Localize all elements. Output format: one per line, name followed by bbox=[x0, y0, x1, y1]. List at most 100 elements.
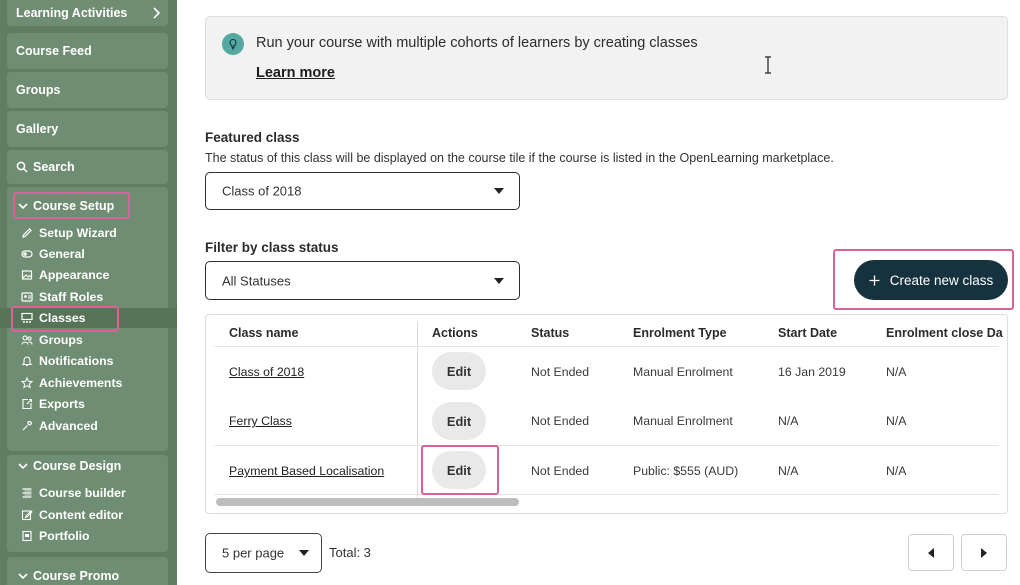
caret-down-icon bbox=[299, 550, 309, 556]
sidebar: Learning Activities Course Feed Groups G… bbox=[0, 0, 177, 585]
sidebar-item-staff-roles[interactable]: Staff Roles bbox=[21, 289, 103, 305]
sidebar-item-course-feed[interactable]: Course Feed bbox=[7, 33, 168, 69]
user-card-icon bbox=[21, 292, 33, 302]
sidebar-item-achievements[interactable]: Achievements bbox=[21, 375, 122, 391]
class-name-link[interactable]: Payment Based Localisation bbox=[229, 464, 384, 478]
lightbulb-icon bbox=[222, 33, 244, 55]
enrolment-type-cell: Public: $555 (AUD) bbox=[633, 464, 739, 478]
portfolio-icon bbox=[22, 530, 32, 542]
chevron-down-icon bbox=[18, 463, 28, 470]
column-divider bbox=[417, 321, 418, 497]
sidebar-item-label: Achievements bbox=[39, 376, 123, 390]
sidebar-item-gallery[interactable]: Gallery bbox=[7, 111, 168, 147]
sidebar-item-label: Staff Roles bbox=[39, 290, 104, 304]
start-date-cell: N/A bbox=[778, 414, 799, 428]
sidebar-item-appearance[interactable]: Appearance bbox=[21, 267, 109, 283]
close-date-cell: N/A bbox=[886, 365, 907, 379]
per-page-select[interactable]: 5 per page bbox=[205, 533, 322, 573]
sidebar-item-label: Notifications bbox=[39, 354, 114, 368]
sidebar-item-label: Course builder bbox=[39, 486, 126, 500]
sidebar-item-notifications[interactable]: Notifications bbox=[21, 353, 113, 369]
edit-class-button[interactable]: Edit bbox=[432, 402, 486, 440]
create-new-class-button[interactable]: Create new class bbox=[854, 260, 1008, 300]
row-divider bbox=[214, 494, 999, 495]
text-cursor-icon bbox=[765, 56, 771, 74]
edit-class-button[interactable]: Edit bbox=[432, 451, 486, 489]
sidebar-item-general[interactable]: General bbox=[21, 246, 85, 262]
sidebar-item-label: Groups bbox=[39, 333, 83, 347]
course-setup-heading[interactable]: Course Setup bbox=[18, 199, 114, 213]
col-header-actions: Actions bbox=[432, 326, 478, 340]
course-setup-label: Course Setup bbox=[33, 199, 115, 213]
sidebar-item-label: Content editor bbox=[39, 508, 124, 522]
featured-class-description: The status of this class will be display… bbox=[205, 151, 834, 165]
sidebar-item-label: Search bbox=[16, 160, 75, 174]
featured-class-select[interactable]: Class of 2018 bbox=[205, 172, 520, 210]
export-icon bbox=[22, 398, 33, 410]
sidebar-item-label: Groups bbox=[16, 83, 61, 97]
sidebar-item-label: Setup Wizard bbox=[39, 226, 117, 240]
sidebar-item-portfolio[interactable]: Portfolio bbox=[21, 528, 90, 544]
course-design-heading[interactable]: Course Design bbox=[18, 459, 121, 473]
pencil-icon bbox=[22, 228, 32, 238]
sidebar-item-content-editor[interactable]: Content editor bbox=[21, 507, 123, 523]
sidebar-item-groups[interactable]: Groups bbox=[7, 72, 168, 108]
sidebar-item-advanced[interactable]: Advanced bbox=[21, 418, 98, 434]
col-header-enrolment-type: Enrolment Type bbox=[633, 326, 727, 340]
enrolment-type-cell: Manual Enrolment bbox=[633, 414, 733, 428]
status-filter-value: All Statuses bbox=[222, 273, 291, 288]
col-header-class-name: Class name bbox=[229, 326, 299, 340]
toggle-icon bbox=[21, 250, 33, 258]
horizontal-scrollbar[interactable] bbox=[216, 498, 519, 506]
row-divider bbox=[214, 445, 999, 446]
learn-more-link[interactable]: Learn more bbox=[256, 65, 335, 81]
sidebar-item-search[interactable]: Search bbox=[7, 150, 168, 184]
featured-class-value: Class of 2018 bbox=[222, 183, 302, 199]
sidebar-item-exports[interactable]: Exports bbox=[21, 396, 85, 412]
sidebar-item-label: Advanced bbox=[39, 419, 98, 433]
col-header-start-date: Start Date bbox=[778, 326, 838, 340]
status-cell: Not Ended bbox=[531, 414, 590, 428]
col-header-status: Status bbox=[531, 326, 570, 340]
col-header-enrolment-close: Enrolment close Da bbox=[886, 326, 1003, 340]
sidebar-item-label: Gallery bbox=[16, 122, 59, 136]
builder-icon bbox=[22, 488, 32, 498]
sidebar-item-label: Classes bbox=[39, 311, 86, 325]
caret-down-icon bbox=[494, 188, 504, 194]
start-date-cell: N/A bbox=[778, 464, 799, 478]
header-divider bbox=[214, 346, 999, 347]
sidebar-item-learning-activities[interactable]: Learning Activities bbox=[7, 0, 168, 26]
sidebar-item-label: Appearance bbox=[39, 268, 110, 282]
sidebar-item-course-builder[interactable]: Course builder bbox=[21, 485, 126, 501]
classes-table: Class name Actions Status Enrolment Type… bbox=[205, 314, 1008, 514]
course-promo-heading[interactable]: Course Promo bbox=[18, 569, 119, 583]
close-date-cell: N/A bbox=[886, 464, 907, 478]
chevron-right-icon bbox=[981, 547, 987, 558]
course-design-label: Course Design bbox=[33, 459, 122, 473]
banner-text: Run your course with multiple cohorts of… bbox=[256, 35, 698, 51]
sidebar-item-setup-wizard[interactable]: Setup Wizard bbox=[21, 225, 117, 241]
enrolment-type-cell: Manual Enrolment bbox=[633, 365, 733, 379]
class-name-link[interactable]: Ferry Class bbox=[229, 414, 292, 428]
total-count: Total: 3 bbox=[329, 545, 371, 560]
star-icon bbox=[21, 377, 33, 389]
sidebar-item-label: Learning Activities bbox=[16, 6, 128, 20]
edit-class-button[interactable]: Edit bbox=[432, 352, 486, 390]
bell-icon bbox=[21, 356, 33, 367]
chevron-down-icon bbox=[18, 573, 28, 580]
status-cell: Not Ended bbox=[531, 365, 590, 379]
per-page-value: 5 per page bbox=[222, 545, 285, 561]
edit-icon bbox=[21, 510, 33, 521]
sidebar-item-groups-setup[interactable]: Groups bbox=[21, 332, 83, 348]
caret-down-icon bbox=[494, 277, 504, 284]
class-name-link[interactable]: Class of 2018 bbox=[229, 365, 304, 379]
prev-page-button[interactable] bbox=[908, 534, 954, 571]
status-filter-select[interactable]: All Statuses bbox=[205, 261, 520, 300]
search-icon bbox=[16, 161, 28, 173]
chevron-right-icon bbox=[153, 7, 161, 19]
users-icon bbox=[21, 335, 33, 345]
sidebar-item-classes[interactable]: Classes bbox=[21, 310, 86, 326]
sidebar-item-label: General bbox=[39, 247, 85, 261]
next-page-button[interactable] bbox=[961, 534, 1007, 571]
start-date-cell: 16 Jan 2019 bbox=[778, 365, 846, 379]
